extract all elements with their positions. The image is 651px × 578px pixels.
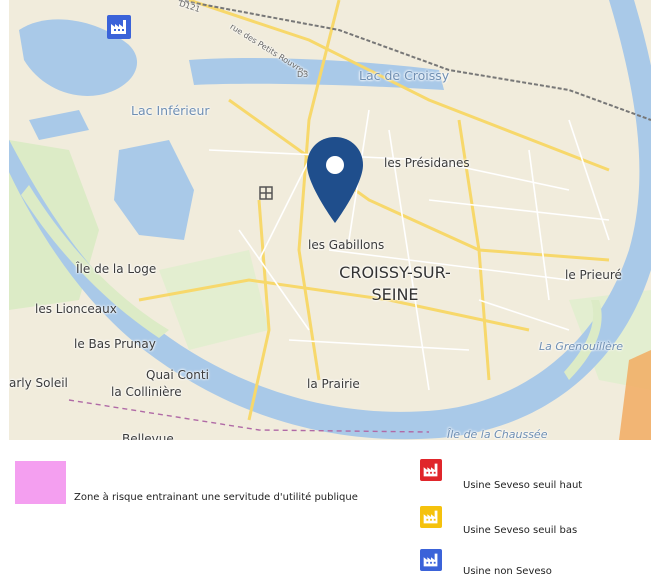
factory-yellow-icon — [420, 506, 442, 528]
legend-seveso-bas-label: Usine Seveso seuil bas — [463, 525, 578, 536]
label-lac-croissy: Lac de Croissy — [359, 68, 450, 83]
label-city-name: CROISSY-SUR- SEINE — [339, 262, 451, 306]
factory-red-icon — [420, 459, 442, 481]
label-gabillons: les Gabillons — [308, 238, 385, 252]
label-prieure: le Prieuré — [565, 268, 622, 282]
factory-blue-icon — [420, 549, 442, 571]
factory-marker[interactable] — [107, 15, 131, 39]
label-marly-soleil: arly Soleil — [9, 376, 68, 390]
legend-zone-label: Zone à risque entrainant une servitude d… — [74, 492, 358, 503]
label-colliniere: la Collinière — [111, 385, 182, 399]
label-prairie: la Prairie — [307, 377, 360, 391]
label-ile-loge: Île de la Loge — [76, 262, 157, 276]
label-ile-chaussee: Île de la Chaussée — [447, 428, 548, 440]
label-quai-conti: Quai Conti — [146, 368, 209, 382]
label-presidanes: les Présidanes — [384, 156, 470, 170]
legend-seveso-haut-label: Usine Seveso seuil haut — [463, 480, 583, 491]
location-pin-icon[interactable] — [305, 135, 365, 225]
label-bellevue: Bellevue — [122, 432, 174, 440]
label-grenouillere: La Grenouillère — [539, 340, 624, 353]
label-lionceaux: les Lionceaux — [35, 302, 117, 316]
building-icon — [259, 186, 273, 200]
label-city-line1: CROISSY-SUR- — [339, 263, 451, 282]
label-road-d3: D3 — [297, 70, 309, 79]
label-city-line2: SEINE — [371, 285, 419, 304]
legend-zone-swatch — [15, 461, 66, 504]
map-view[interactable]: Lac de Croissy Lac Inférieur les Présida… — [9, 0, 651, 440]
label-bas-prunay: le Bas Prunay — [74, 337, 156, 351]
legend-non-seveso-label: Usine non Seveso — [463, 566, 552, 577]
label-lac-inferieur: Lac Inférieur — [131, 103, 210, 118]
